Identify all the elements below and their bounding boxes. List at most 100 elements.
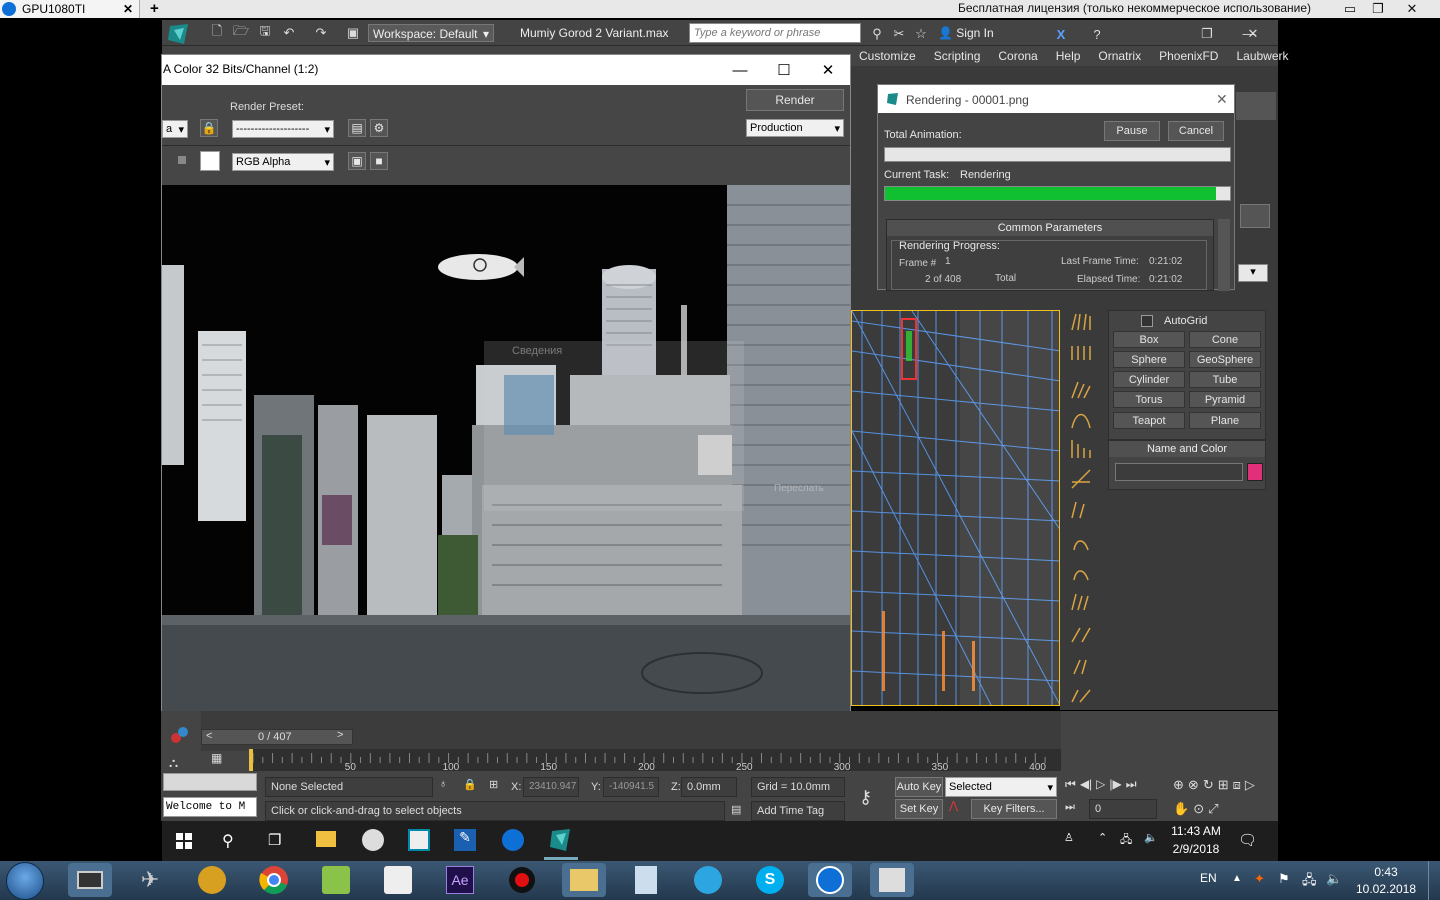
menu-customize[interactable]: Customize [850, 49, 925, 63]
torus-button[interactable]: Torus [1113, 391, 1185, 408]
search-icon[interactable]: ⚲ [222, 831, 234, 851]
pyramid-button[interactable]: Pyramid [1189, 391, 1261, 408]
volume-icon[interactable]: 🔈 [1144, 831, 1158, 844]
binoculars-icon[interactable]: ⚲ [866, 23, 888, 45]
show-desktop-button[interactable] [1428, 861, 1440, 900]
communication-center-icon[interactable]: ✂ [888, 23, 910, 45]
windows-start-icon[interactable] [176, 833, 192, 849]
key-selection-dropdown[interactable]: Selected ▾ [945, 777, 1057, 797]
session-tab[interactable]: GPU1080TI ✕ [0, 0, 140, 18]
modify-tab-icon[interactable] [1240, 204, 1270, 228]
channel-dropdown[interactable]: RGB Alpha ▾ [232, 153, 334, 171]
key-filters-button[interactable]: Key Filters... [971, 799, 1057, 819]
undo-icon[interactable]: ↶ [278, 22, 300, 44]
pause-button[interactable]: Pause [1104, 121, 1160, 141]
current-frame-field[interactable]: 0 [1089, 799, 1157, 819]
geosphere-button[interactable]: GeoSphere [1189, 351, 1261, 368]
category-dropdown[interactable]: ▾ [1238, 264, 1268, 282]
play-icon[interactable]: ▷ [1096, 777, 1105, 797]
plane-app-icon[interactable]: ✈ [128, 863, 172, 897]
time-marker[interactable] [249, 749, 253, 771]
max-logo-icon[interactable] [164, 22, 198, 46]
render-button[interactable]: Render [746, 89, 844, 111]
adaptive-degradation-icon[interactable]: ▤ [731, 803, 741, 816]
remote-window-icon[interactable] [870, 863, 914, 897]
curve-editor-icon[interactable]: ▦ [211, 751, 231, 771]
set-key-button[interactable]: Set Key [895, 799, 943, 819]
lock-icon[interactable]: 🔒 [200, 119, 218, 137]
mono-display-icon[interactable]: ▣ [348, 152, 366, 170]
open-file-icon[interactable]: 🗁 [230, 22, 252, 44]
help-icon[interactable]: ? [1086, 23, 1108, 45]
flag-icon[interactable]: ⚑ [1278, 871, 1290, 887]
menu-phoenixfd[interactable]: PhoenixFD [1150, 49, 1227, 63]
x-coordinate-field[interactable]: 23410.947 [523, 777, 579, 797]
workspace-dropdown[interactable]: Workspace: Default ▾ [368, 24, 494, 42]
tube-button[interactable]: Tube [1189, 371, 1261, 388]
prev-frame-icon[interactable]: < [206, 730, 212, 742]
go-to-end-icon[interactable]: ⏭ [1126, 777, 1137, 797]
menu-laubwerk[interactable]: Laubwerk [1227, 49, 1297, 63]
y-coordinate-field[interactable]: -140941.5 [603, 777, 659, 797]
selection-lock-icon[interactable]: 🔒 [463, 778, 477, 791]
menu-ornatrix[interactable]: Ornatrix [1089, 49, 1150, 63]
scrollbar[interactable] [1218, 219, 1230, 291]
network-icon[interactable]: 🖧 [1120, 831, 1132, 850]
start-orb-icon[interactable] [6, 862, 44, 900]
tray-chevron-icon[interactable]: ⌃ [1098, 831, 1107, 844]
menu-corona[interactable]: Corona [989, 49, 1046, 63]
perspective-viewport[interactable] [851, 310, 1060, 706]
min-max-toggle-icon[interactable]: ⤢ [1208, 801, 1218, 821]
channel-toggle-icon[interactable] [178, 156, 186, 164]
minimize-icon[interactable]: — [718, 55, 762, 85]
sphere-button[interactable]: Sphere [1113, 351, 1185, 368]
teapot-button[interactable]: Teapot [1113, 412, 1185, 429]
object-name-input[interactable] [1115, 463, 1243, 481]
close-icon[interactable]: ✕ [1216, 91, 1228, 108]
cone-button[interactable]: Cone [1189, 331, 1261, 348]
zoom-icon[interactable]: ⊕ [1173, 777, 1184, 797]
window-app-icon[interactable] [408, 829, 430, 851]
network-icon[interactable]: 🖧 [1302, 871, 1317, 893]
render-setup-icon[interactable]: ⚙ [370, 119, 388, 137]
redo-icon[interactable]: ↷ [310, 22, 332, 44]
maxscript-listener-top[interactable] [163, 773, 257, 791]
minimize-icon[interactable]: ▭ [1336, 0, 1364, 18]
sign-in-button[interactable]: 👤 Sign In [938, 26, 994, 40]
calculator-icon[interactable] [624, 863, 668, 897]
coordinate-icon[interactable]: ⛬ [169, 755, 189, 775]
time-slider[interactable]: < 0 / 407 [201, 729, 353, 745]
close-icon[interactable]: ✕ [806, 55, 850, 85]
mini-listener-icon[interactable] [169, 725, 189, 745]
walkthrough-icon[interactable]: ⊙ [1193, 801, 1204, 821]
isolate-icon[interactable]: ♁ [439, 778, 447, 790]
production-dropdown[interactable]: Production ▾ [746, 119, 844, 137]
skype-icon[interactable]: S [748, 863, 792, 897]
add-time-tag[interactable]: Add Time Tag [751, 801, 845, 821]
object-color-swatch[interactable] [1247, 463, 1263, 481]
z-coordinate-field[interactable]: 0.0mm [681, 777, 737, 797]
key-mode-icon[interactable]: ⏭ [1065, 801, 1075, 814]
absolute-mode-icon[interactable]: ⊞ [489, 778, 498, 791]
explorer-icon[interactable] [316, 831, 336, 847]
notifications-icon[interactable]: 🗨 [1238, 831, 1257, 849]
tray-chevron-icon[interactable]: ▲ [1232, 873, 1242, 884]
autodesk-exchange-icon[interactable]: X [1050, 23, 1072, 45]
tools-app-icon[interactable]: ✎ [454, 829, 476, 851]
render-preset-dropdown[interactable]: -------------------- ▾ [232, 120, 334, 138]
telegram-icon[interactable] [686, 863, 730, 897]
maximize-icon[interactable]: ☐ [762, 55, 806, 85]
menu-help[interactable]: Help [1047, 49, 1090, 63]
auto-key-button[interactable]: Auto Key [895, 777, 943, 797]
3dsmax-taskbar-icon[interactable] [548, 827, 574, 855]
clock-app-icon[interactable] [362, 829, 384, 851]
field-of-view-icon[interactable]: ▷ [1245, 777, 1255, 797]
cylinder-button[interactable]: Cylinder [1113, 371, 1185, 388]
curve-icon[interactable]: ⋀ [949, 799, 967, 819]
save-preset-icon[interactable]: ▤ [348, 119, 366, 137]
zoom-all-icon[interactable]: ⊗ [1188, 777, 1199, 797]
restore-icon[interactable]: ❐ [1364, 0, 1392, 18]
search-input[interactable]: Type a keyword or phrase [689, 23, 861, 43]
teamviewer-icon[interactable] [808, 863, 852, 897]
close-icon[interactable]: ✕ [1242, 23, 1264, 45]
